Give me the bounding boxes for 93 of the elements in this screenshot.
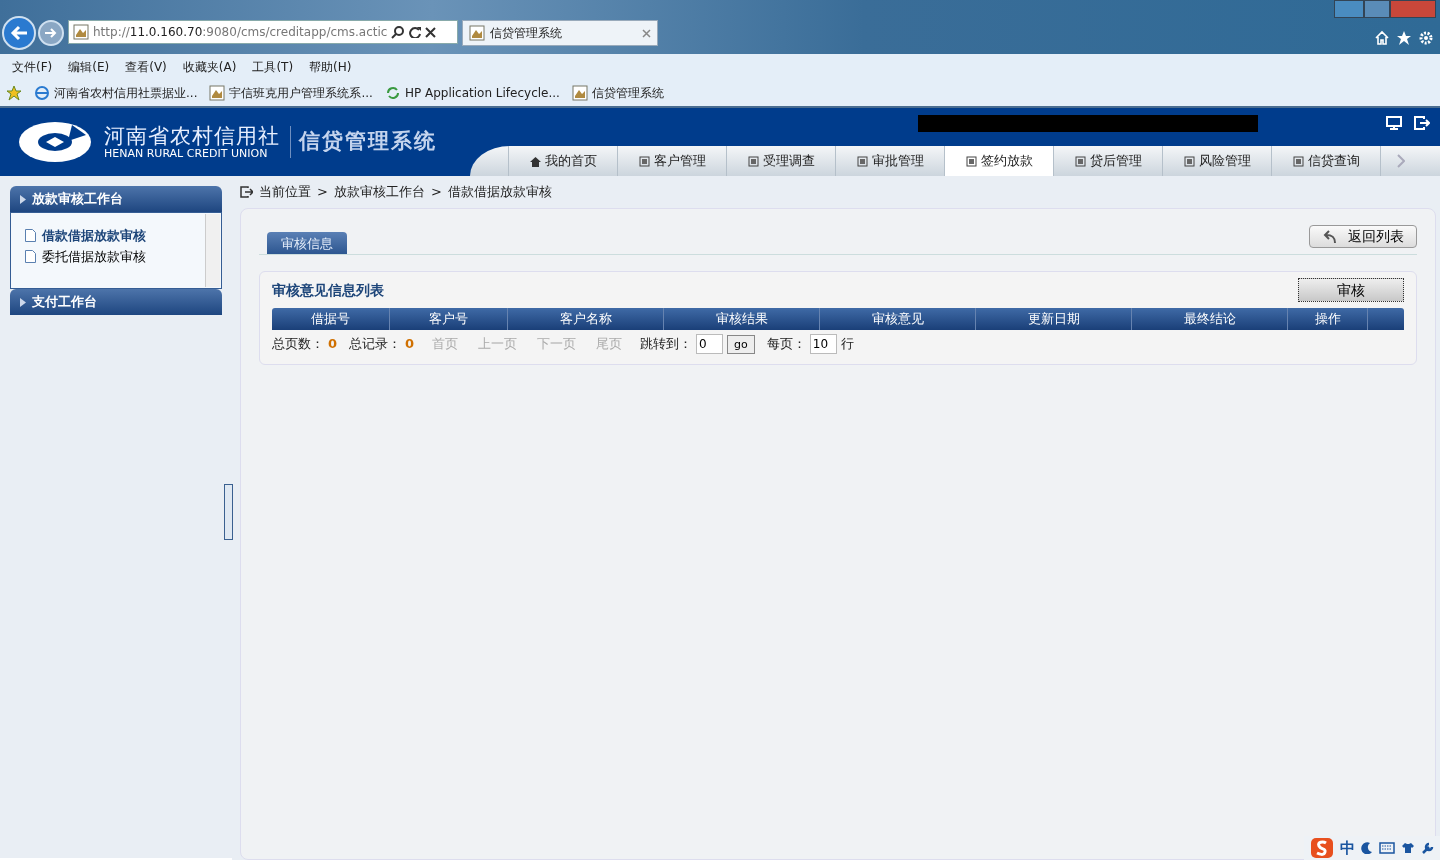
shirt-icon[interactable]: [1401, 842, 1415, 854]
maximize-button[interactable]: [1364, 0, 1390, 18]
favorite-link[interactable]: 信贷管理系统: [571, 84, 664, 102]
favorite-link[interactable]: HP Application Lifecycle...: [384, 84, 560, 102]
pager-label: 行: [840, 335, 854, 354]
pager-label: 总记录：: [349, 335, 402, 354]
form-icon: [638, 155, 650, 167]
nav-tab[interactable]: 签约放款: [944, 146, 1053, 176]
back-button[interactable]: [2, 16, 36, 50]
back-to-list-button[interactable]: 返回列表: [1309, 225, 1417, 248]
column-header: 客户号: [390, 308, 508, 330]
scrollbar[interactable]: [205, 214, 220, 287]
form-icon: [1074, 155, 1086, 167]
page-size-field[interactable]: 10: [809, 334, 837, 354]
monitor-icon[interactable]: [1386, 116, 1402, 130]
menu-item[interactable]: 编辑(E): [60, 58, 118, 76]
triangle-right-icon: [20, 297, 26, 307]
page-icon: [73, 24, 89, 40]
column-header: 审核意见: [820, 308, 976, 330]
forward-button[interactable]: [38, 20, 64, 46]
form-icon: [856, 155, 868, 167]
tab-title: 信贷管理系统: [490, 25, 563, 42]
breadcrumb-label: 当前位置: [259, 183, 311, 202]
pager-label: 每页：: [766, 335, 806, 354]
panel-title: 审核意见信息列表: [272, 280, 384, 300]
forward-arrow-icon: [44, 27, 58, 39]
form-icon: [965, 155, 977, 167]
chevron-right-icon: [1396, 154, 1405, 168]
page-icon: [469, 25, 485, 41]
document-icon: [25, 250, 36, 263]
page-icon: [571, 85, 588, 101]
close-icon[interactable]: [425, 26, 437, 38]
breadcrumb-item[interactable]: 借款借据放款审核: [447, 182, 552, 202]
globe-icon: [34, 85, 50, 101]
column-header: 借据号: [272, 308, 390, 330]
return-arrow-icon: [1322, 229, 1338, 244]
page-number-field[interactable]: 0: [696, 334, 724, 354]
menu-item[interactable]: 文件(F): [4, 58, 61, 76]
logout-icon[interactable]: [1414, 116, 1430, 130]
favorite-link[interactable]: 宇信班克用户管理系统系...: [209, 84, 373, 102]
column-header: 更新日期: [976, 308, 1132, 330]
menu-item[interactable]: 查看(V): [117, 58, 175, 76]
audit-button[interactable]: 审核: [1298, 278, 1404, 302]
circular-arrows-icon: [384, 85, 401, 101]
url-text: http://11.0.160.70:9080/cms/creditapp/cms.actic: [93, 24, 388, 41]
column-header: 操作: [1288, 308, 1368, 330]
refresh-icon[interactable]: [409, 26, 422, 38]
sidebar-section-header[interactable]: 支付工作台: [10, 289, 222, 315]
column-header: 客户名称: [508, 308, 664, 330]
logo-emblem-icon: [16, 119, 94, 165]
document-icon: [25, 229, 36, 242]
input-mode-label[interactable]: 中: [1340, 836, 1355, 860]
total-records-count: 0: [405, 335, 415, 354]
menu-item[interactable]: 帮助(H): [301, 58, 360, 76]
breadcrumb-separator: >: [430, 183, 442, 202]
form-icon: [1183, 155, 1195, 167]
breadcrumb-item[interactable]: 放款审核工作台: [333, 182, 425, 202]
home-icon[interactable]: [1374, 30, 1390, 46]
home-icon: [529, 155, 541, 167]
minimize-button[interactable]: [1334, 0, 1364, 18]
menu-item[interactable]: 工具(T): [244, 58, 302, 76]
wrench-icon[interactable]: [1421, 841, 1434, 855]
page-icon: [209, 85, 226, 101]
content-tab[interactable]: 审核信息: [267, 232, 347, 254]
total-pages-count: 0: [328, 335, 338, 354]
star-icon[interactable]: [1396, 30, 1412, 46]
settings-icon[interactable]: [1418, 30, 1434, 46]
sidebar-section-header[interactable]: 放款审核工作台: [10, 186, 222, 212]
system-name: 信贷管理系统: [290, 126, 437, 158]
triangle-right-icon: [20, 194, 26, 204]
go-button[interactable]: go: [727, 334, 755, 354]
moon-icon[interactable]: [1361, 842, 1373, 854]
sidebar-item[interactable]: 委托借据放款审核: [25, 246, 146, 267]
browser-tab[interactable]: 信贷管理系统: [462, 20, 658, 46]
logo-subtitle: HENAN RURAL CREDIT UNION: [104, 148, 269, 160]
favorite-link[interactable]: 河南省农村信用社票据业...: [34, 84, 198, 102]
star-icon[interactable]: [6, 85, 22, 101]
form-icon: [1292, 155, 1304, 167]
pager-label: 总页数：: [272, 335, 324, 354]
pager-label: 跳转到：: [640, 335, 693, 354]
form-icon: [747, 155, 759, 167]
search-icon[interactable]: [391, 25, 406, 39]
keyboard-icon[interactable]: [1379, 842, 1395, 854]
logo-title: 河南省农村信用社: [104, 124, 280, 149]
back-arrow-icon: [10, 25, 28, 41]
column-header: 审核结果: [664, 308, 820, 330]
sidebar-item[interactable]: 借款借据放款审核: [25, 225, 146, 246]
breadcrumb-separator: >: [317, 183, 328, 202]
s-logo-icon: [1310, 837, 1334, 859]
collapse-handle[interactable]: [224, 484, 233, 540]
address-bar[interactable]: http://11.0.160.70:9080/cms/creditapp/cms.actic: [68, 20, 458, 44]
menu-item[interactable]: 收藏夹(A): [174, 58, 245, 76]
column-header: 最终结论: [1132, 308, 1288, 330]
